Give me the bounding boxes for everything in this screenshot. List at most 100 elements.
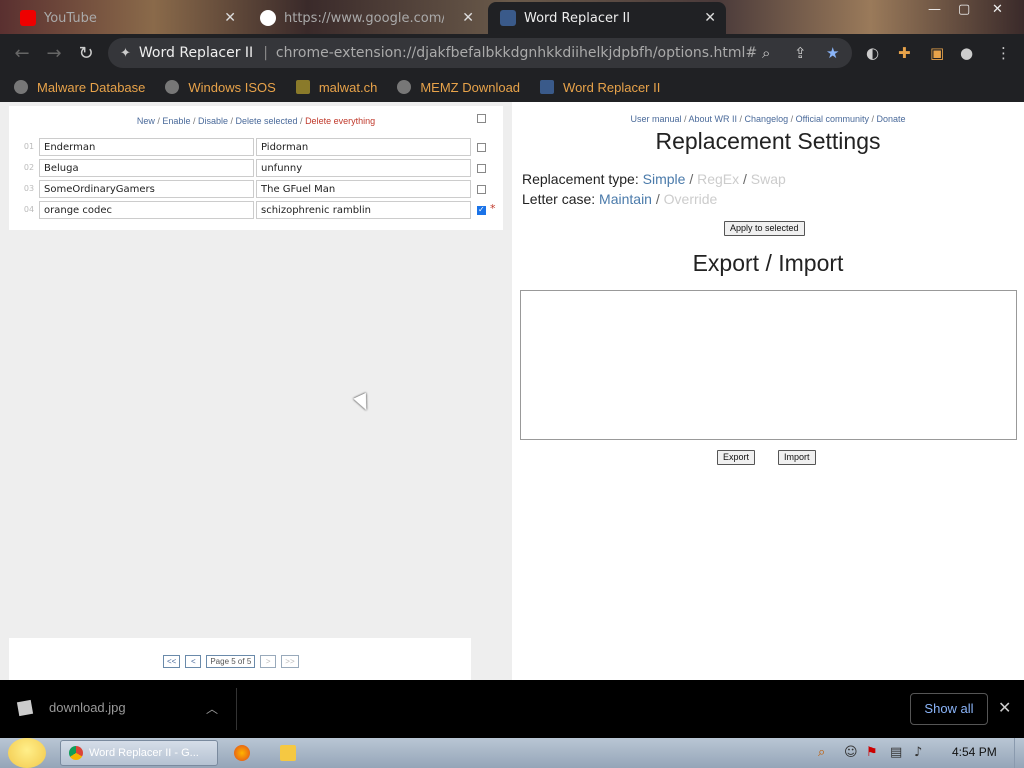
network-icon[interactable]: ▤ [890, 745, 902, 760]
enable-link[interactable]: Enable [162, 116, 190, 126]
search-icon[interactable]: ⌕ [818, 745, 825, 760]
next-page-button[interactable]: > [260, 655, 277, 668]
find-input[interactable]: orange codec [39, 201, 254, 219]
bookmark-label: Windows ISOS [188, 79, 276, 95]
show-desktop-button[interactable] [1014, 738, 1024, 768]
chevron-up-icon[interactable]: ︿ [206, 700, 218, 717]
replace-input[interactable]: schizophrenic ramblin [256, 201, 471, 219]
download-filename: download.jpg [49, 700, 126, 715]
globe-icon [397, 80, 412, 94]
donate-link[interactable]: Donate [876, 114, 905, 124]
modified-marker: * [490, 202, 496, 215]
find-input[interactable]: Beluga [39, 159, 254, 177]
export-import-textarea[interactable] [520, 290, 1017, 440]
taskbar-chrome-window[interactable]: Word Replacer II - G... [60, 740, 218, 766]
window-title: Word Replacer II - G... [89, 747, 199, 759]
row-number: 03 [23, 184, 35, 193]
replace-input[interactable]: The GFuel Man [256, 180, 471, 198]
delete-selected-link[interactable]: Delete selected [236, 116, 298, 126]
letter-case-label: Letter case: [522, 191, 596, 207]
separator: / [681, 114, 689, 124]
delete-everything-link[interactable]: Delete everything [305, 116, 375, 126]
separator: / [297, 116, 306, 126]
option-simple[interactable]: Simple [643, 171, 686, 187]
bookmark-word-replacer[interactable]: Word Replacer II [540, 80, 660, 95]
tab-google[interactable]: https://www.google.com/search ✕ [248, 2, 484, 34]
maximize-icon[interactable]: ▢ [958, 2, 970, 17]
bookmark-windows-isos[interactable]: Windows ISOS [165, 79, 276, 95]
changelog-link[interactable]: Changelog [745, 114, 789, 124]
start-button[interactable] [8, 738, 46, 768]
tab-youtube[interactable]: YouTube ✕ [8, 2, 246, 34]
separator: | [263, 45, 268, 61]
back-icon[interactable]: ← [12, 43, 32, 64]
firefox-icon[interactable] [234, 745, 250, 761]
row-checkbox[interactable] [477, 205, 486, 215]
minimize-icon[interactable]: — [928, 2, 941, 17]
option-swap[interactable]: Swap [751, 171, 786, 187]
letter-case-row: Letter case: Maintain / Override [522, 191, 717, 207]
flag-icon[interactable]: ◐ [866, 44, 879, 62]
address-bar[interactable]: ✦ Word Replacer II | chrome-extension://… [108, 38, 852, 68]
new-link[interactable]: New [137, 116, 155, 126]
volume-icon[interactable]: ♪ [914, 745, 922, 760]
zoom-icon[interactable]: ⌕ [762, 44, 770, 62]
menu-icon[interactable]: ⋮ [996, 44, 1011, 62]
share-icon[interactable]: ⇪ [794, 44, 807, 62]
close-icon[interactable]: ✕ [224, 10, 236, 26]
chrome-icon [69, 746, 83, 760]
bookmark-label: malwat.ch [318, 79, 378, 95]
option-maintain[interactable]: Maintain [599, 191, 652, 207]
last-page-button[interactable]: >> [281, 655, 299, 668]
community-link[interactable]: Official community [796, 114, 869, 124]
list-row: 02 Beluga unfunny [9, 159, 503, 178]
find-input[interactable]: Enderman [39, 138, 254, 156]
separator: / [737, 114, 745, 124]
replacement-list: New / Enable / Disable / Delete selected… [9, 106, 503, 230]
row-checkbox[interactable] [477, 143, 486, 152]
export-button[interactable]: Export [717, 450, 756, 465]
option-regex[interactable]: RegEx [697, 171, 739, 187]
import-button[interactable]: Import [778, 450, 816, 465]
replace-input[interactable]: unfunny [256, 159, 471, 177]
select-all-checkbox[interactable] [477, 114, 486, 123]
bookmark-memz-download[interactable]: MEMZ Download [397, 80, 520, 95]
sidepanel-icon[interactable]: ▣ [930, 44, 944, 62]
first-page-button[interactable]: << [163, 655, 181, 668]
profile-icon[interactable]: ● [960, 44, 973, 62]
replace-input[interactable]: Pidorman [256, 138, 471, 156]
user-manual-link[interactable]: User manual [630, 114, 681, 124]
status-icon[interactable]: ☺ [844, 745, 858, 760]
bookmark-malware-database[interactable]: Malware Database [14, 80, 145, 95]
word-replacer-icon [500, 10, 516, 26]
find-input[interactable]: SomeOrdinaryGamers [39, 180, 254, 198]
top-links: User manual / About WR II / Changelog / … [512, 114, 1024, 124]
about-link[interactable]: About WR II [689, 114, 738, 124]
explorer-icon[interactable] [280, 745, 296, 761]
action-center-icon[interactable]: ⚑ [866, 745, 878, 760]
word-replacer-icon [540, 80, 555, 94]
reload-icon[interactable]: ↻ [76, 43, 96, 64]
row-checkbox[interactable] [477, 185, 486, 194]
prev-page-button[interactable]: < [185, 655, 202, 668]
forward-icon[interactable]: → [44, 43, 64, 64]
close-icon[interactable]: ✕ [704, 10, 716, 26]
show-all-button[interactable]: Show all [910, 693, 988, 725]
download-item[interactable]: download.jpg [16, 699, 126, 716]
close-icon[interactable]: ✕ [998, 698, 1011, 717]
tab-title: https://www.google.com/search [284, 10, 444, 26]
close-icon[interactable]: ✕ [462, 10, 474, 26]
apply-to-selected-button[interactable]: Apply to selected [724, 221, 805, 236]
star-icon[interactable]: ★ [826, 44, 839, 62]
option-override[interactable]: Override [664, 191, 718, 207]
page-indicator: Page 5 of 5 [206, 655, 256, 668]
tab-word-replacer[interactable]: Word Replacer II ✕ [488, 2, 726, 34]
list-row: 01 Enderman Pidorman [9, 138, 503, 157]
puzzle-icon[interactable]: ✚ [898, 44, 911, 62]
close-window-icon[interactable]: ✕ [992, 2, 1003, 17]
row-checkbox[interactable] [477, 164, 486, 173]
url-text: chrome-extension://djakfbefalbkkdgnhkkdi… [275, 45, 758, 61]
disable-link[interactable]: Disable [198, 116, 228, 126]
malwatch-icon [295, 80, 310, 94]
bookmark-malwatch[interactable]: malwat.ch [295, 79, 378, 95]
